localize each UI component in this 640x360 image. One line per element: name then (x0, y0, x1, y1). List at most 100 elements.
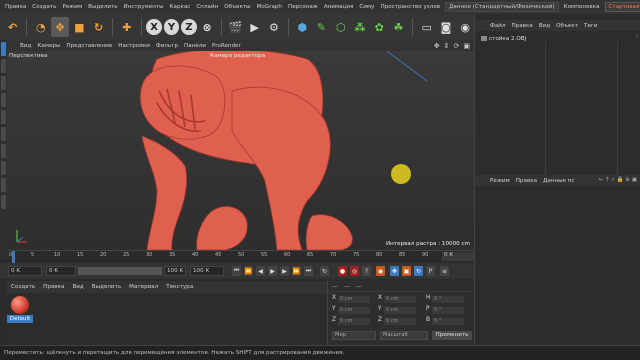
menu-item-select[interactable]: Выделить (85, 4, 120, 10)
menu-item-tools[interactable]: Инструменты (121, 4, 167, 10)
go-to-start-icon[interactable]: ⏮ (232, 266, 241, 276)
spline-pen-icon[interactable]: ✎ (313, 17, 330, 37)
select-tool-icon[interactable]: ◔ (32, 17, 49, 37)
prev-key-icon[interactable]: ⏪ (244, 266, 253, 276)
solo-button[interactable] (1, 195, 6, 209)
key-param-icon[interactable]: ↻ (414, 266, 423, 276)
deformer-icon[interactable]: ✿ (371, 17, 388, 37)
om-menu-edit[interactable]: Правка (508, 23, 535, 29)
next-key-icon[interactable]: ⏩ (292, 266, 301, 276)
snap-button[interactable] (1, 144, 6, 158)
preview-start-field[interactable]: 0 K (46, 266, 76, 276)
material-name[interactable]: Default (7, 315, 33, 323)
key-scale-icon[interactable]: ✥ (390, 266, 399, 276)
maximize-icon[interactable]: ▣ (463, 42, 470, 50)
material-preview[interactable] (11, 296, 29, 314)
menu-item-character[interactable]: Персонаж (285, 4, 321, 10)
layout-dropdown[interactable]: Стартовая (604, 2, 640, 12)
viewport-menu-display[interactable]: Представление (63, 43, 115, 49)
cloner-icon[interactable]: ☘ (390, 17, 407, 37)
pos-z-field[interactable]: 0 cm (338, 318, 370, 325)
am-menu-user-data[interactable]: Данные пс (540, 178, 577, 184)
viewport-menu-filter[interactable]: Фильтр (153, 43, 181, 49)
size-y-field[interactable]: 0 cm (384, 307, 416, 314)
pan-icon[interactable]: ✥ (434, 42, 440, 50)
am-nav-icons[interactable]: ← ↑ ⌕ 🔒 ⊕ ▣ (596, 177, 640, 184)
y-axis-lock-button[interactable]: Y (163, 19, 180, 35)
preview-range-bar[interactable] (78, 267, 162, 275)
viewport-menu-panel[interactable]: Панели (181, 43, 209, 49)
material-menu-edit[interactable]: Правка (39, 284, 68, 290)
render-view-icon[interactable]: 🎬 (227, 17, 244, 37)
playhead[interactable] (12, 251, 15, 263)
menu-item-objects[interactable]: Объекты (221, 4, 253, 10)
add-icon[interactable]: ✚ (118, 17, 135, 37)
cube-icon[interactable]: ⬢ (294, 17, 311, 37)
am-menu-mode[interactable]: Режим (487, 178, 513, 184)
menu-item-mograph[interactable]: MoGraph (254, 4, 285, 10)
go-to-end-icon[interactable]: ⏭ (304, 266, 313, 276)
object-visibility-dots[interactable]: ⁝ (636, 33, 638, 40)
orbit-icon[interactable]: ⟳ (454, 42, 460, 50)
size-x-field[interactable]: 0 cm (384, 296, 416, 303)
keyframe-selection-icon[interactable]: ? (362, 266, 371, 276)
material-menu-view[interactable]: Вид (68, 284, 87, 290)
timeline-ruler[interactable]: 0 5 10 15 20 25 30 35 40 45 50 55 60 65 … (7, 250, 474, 263)
menu-item-layout[interactable]: Компоновка (561, 4, 603, 10)
render-picture-icon[interactable]: ▶ (246, 17, 263, 37)
pos-x-field[interactable]: 0 cm (338, 296, 370, 303)
menu-item-edit[interactable]: Правка (2, 4, 29, 10)
menu-item-node-space[interactable]: Пространство узлов (377, 4, 443, 10)
viewport-menu-cameras[interactable]: Камеры (34, 43, 63, 49)
om-menu-file[interactable]: Файл (487, 23, 508, 29)
pos-y-field[interactable]: 0 cm (338, 307, 370, 314)
menu-item-animation[interactable]: Анимация (321, 4, 357, 10)
menu-item-spline[interactable]: Сплайн (193, 4, 221, 10)
subdivision-icon[interactable]: ⬡ (332, 17, 349, 37)
preview-end-field[interactable]: 100 K (164, 266, 186, 276)
viewport-menu-view[interactable]: Вид (17, 43, 34, 49)
menu-item-create[interactable]: Создать (29, 4, 59, 10)
material-menu-material[interactable]: Материал (125, 284, 162, 290)
play-icon[interactable]: ▶ (268, 266, 277, 276)
key-rotation-icon[interactable]: ▣ (402, 266, 411, 276)
workplane-button[interactable] (1, 161, 6, 175)
menu-item-simulation[interactable]: Симу (356, 4, 377, 10)
move-tool-icon[interactable]: ✥ (51, 17, 69, 37)
floor-icon[interactable]: ▭ (418, 17, 435, 37)
zoom-icon[interactable]: ⇕ (444, 42, 450, 50)
node-space-dropdown[interactable]: Данное (Стандартный/Физический) (445, 2, 559, 12)
end-frame-field[interactable]: 100 K (190, 266, 224, 276)
current-frame-field[interactable]: 0 K (442, 252, 474, 261)
key-position-icon[interactable]: ◉ (376, 266, 385, 276)
perspective-viewport[interactable]: Перспектива Камера редактора Интервал ра… (7, 51, 474, 250)
next-frame-icon[interactable]: ▶ (280, 266, 289, 276)
rot-h-field[interactable]: 0 ° (432, 296, 464, 303)
edges-mode-button[interactable] (1, 93, 6, 107)
object-list-item[interactable]: стойка 2.OBJ (481, 36, 526, 42)
z-axis-lock-button[interactable]: Z (181, 19, 197, 35)
start-frame-field[interactable]: 0 K (8, 266, 42, 276)
polygons-mode-button[interactable] (1, 110, 6, 124)
size-z-field[interactable]: 0 cm (384, 318, 416, 325)
rot-b-field[interactable]: 0 ° (432, 318, 464, 325)
locked-workplane-button[interactable] (1, 178, 6, 192)
viewport-menu-options[interactable]: Настройки (115, 43, 153, 49)
points-mode-button[interactable] (1, 76, 6, 90)
material-menu-create[interactable]: Создать (7, 284, 39, 290)
model-mode-button[interactable] (1, 42, 6, 56)
apply-button[interactable]: Применить (432, 331, 472, 340)
timeline-menu-icon[interactable]: ≡ (440, 266, 449, 276)
texture-mode-button[interactable] (1, 59, 6, 73)
array-icon[interactable]: ⁂ (351, 17, 368, 37)
om-menu-object[interactable]: Объект (553, 23, 581, 29)
render-settings-icon[interactable]: ⚙ (265, 17, 282, 37)
coord-space-select[interactable]: Мир (332, 331, 376, 340)
om-menu-view[interactable]: Вид (536, 23, 553, 29)
om-menu-tags[interactable]: Теги (581, 23, 600, 29)
coord-scale-select[interactable]: Масштаб (380, 331, 428, 340)
viewport-menu-prorender[interactable]: ProRender (209, 43, 244, 49)
rotate-tool-icon[interactable]: ↻ (90, 17, 107, 37)
material-menu-select[interactable]: Выделить (88, 284, 125, 290)
material-menu-texture[interactable]: Текстура (162, 284, 197, 290)
